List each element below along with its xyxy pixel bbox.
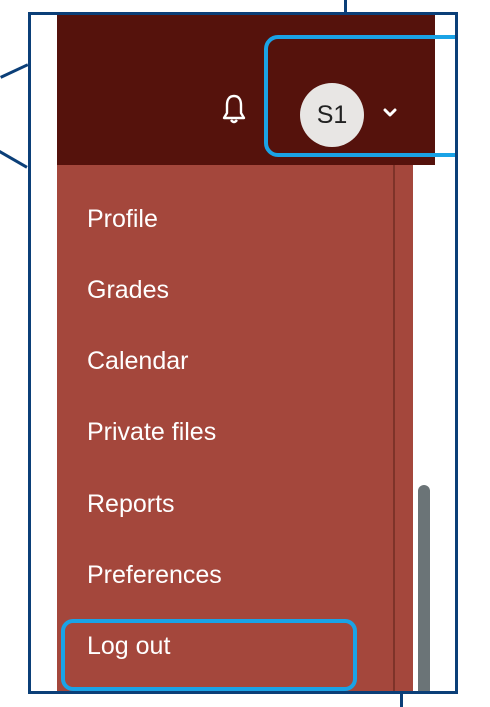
menu-item-grades[interactable]: Grades — [87, 276, 169, 305]
bell-icon[interactable] — [221, 93, 247, 125]
user-dropdown-menu: Profile Grades Calendar Private files Re… — [57, 165, 393, 691]
scrollbar-track[interactable] — [413, 165, 435, 691]
log-out-highlight — [61, 619, 357, 691]
menu-item-calendar[interactable]: Calendar — [87, 347, 188, 376]
scrollbar-thumb[interactable] — [418, 485, 430, 691]
menu-item-preferences[interactable]: Preferences — [87, 561, 222, 590]
callout-frame: S1 Profile Grades Calendar Private files… — [28, 12, 458, 694]
menu-item-reports[interactable]: Reports — [87, 490, 175, 519]
callout-line-left-lower — [0, 150, 28, 169]
menu-item-profile[interactable]: Profile — [87, 205, 158, 234]
callout-line-left-upper — [0, 63, 29, 79]
user-menu-highlight — [264, 35, 455, 157]
navbar: S1 — [57, 15, 455, 165]
page-edge-panel — [393, 165, 413, 691]
menu-item-private-files[interactable]: Private files — [87, 418, 216, 447]
